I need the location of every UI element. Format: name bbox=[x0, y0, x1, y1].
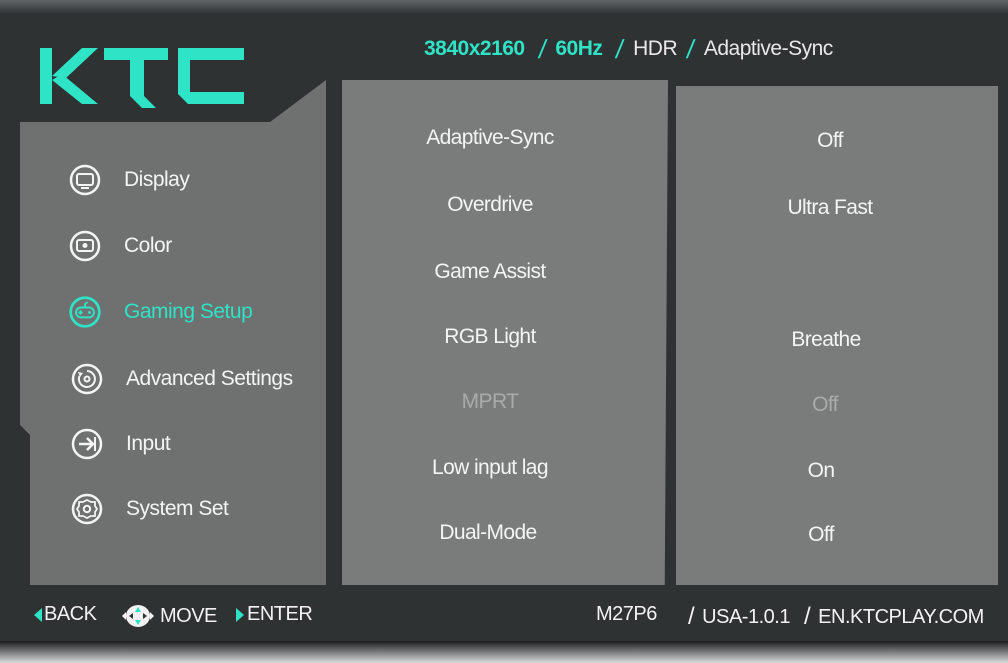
setting-game-assist[interactable]: Game Assist bbox=[340, 260, 640, 284]
back-hint[interactable]: BACK bbox=[34, 603, 97, 626]
setting-low-input-lag[interactable]: Low input lag bbox=[340, 456, 640, 480]
status-divider: / bbox=[536, 33, 548, 64]
resolution-text: 3840x2160 bbox=[424, 37, 525, 60]
nav-item-label: Color bbox=[124, 234, 172, 257]
back-label: BACK bbox=[44, 603, 97, 625]
gear-icon bbox=[70, 492, 104, 526]
move-label: MOVE bbox=[160, 604, 217, 627]
advanced-settings-icon bbox=[70, 362, 104, 396]
nav-item-label: Display bbox=[124, 168, 190, 191]
enter-label: ENTER bbox=[247, 603, 313, 625]
setting-mprt: MPRT bbox=[461, 390, 519, 413]
refresh-rate-text: 60Hz bbox=[555, 37, 603, 60]
enter-hint[interactable]: ENTER bbox=[236, 603, 313, 626]
status-divider: / bbox=[685, 33, 697, 64]
footer-divider: / bbox=[804, 603, 811, 630]
hdr-text: HDR bbox=[633, 37, 678, 60]
move-hint[interactable]: MOVE bbox=[120, 603, 217, 629]
setting-dual-mode[interactable]: Dual-Mode bbox=[338, 521, 638, 545]
setting-adaptive-sync[interactable]: Adaptive-Sync bbox=[340, 126, 640, 150]
display-icon bbox=[68, 163, 102, 197]
back-arrow-icon bbox=[34, 607, 42, 622]
nav-item-display[interactable]: Display bbox=[68, 160, 328, 200]
osd-screen: 3840x2160 / 60Hz / HDR / Adaptive-Sync D… bbox=[0, 0, 1008, 663]
input-icon bbox=[70, 427, 104, 461]
firmware-text: USA-1.0.1 bbox=[702, 605, 790, 628]
status-bar: 3840x2160 / 60Hz / HDR / Adaptive-Sync bbox=[424, 34, 833, 64]
value-mprt: Off bbox=[812, 393, 838, 416]
nav-item-gaming-setup[interactable]: Gaming Setup bbox=[68, 292, 328, 332]
value-adaptive-sync[interactable]: Off bbox=[680, 129, 980, 153]
nav-item-system-set[interactable]: System Set bbox=[70, 489, 330, 529]
value-rgb-light[interactable]: Breathe bbox=[676, 328, 976, 352]
nav-item-label: Advanced Settings bbox=[126, 367, 293, 390]
monitor-bezel bbox=[0, 641, 1008, 663]
nav-item-label: System Set bbox=[126, 497, 229, 520]
sync-text: Adaptive-Sync bbox=[703, 37, 833, 60]
model-text: M27P6 bbox=[596, 603, 657, 625]
setting-overdrive[interactable]: Overdrive bbox=[340, 193, 640, 217]
value-low-input-lag[interactable]: On bbox=[671, 459, 971, 483]
nav-item-input[interactable]: Input bbox=[70, 424, 330, 464]
enter-arrow-icon bbox=[236, 607, 244, 622]
nav-item-label: Gaming Setup bbox=[124, 300, 253, 323]
screen-glare bbox=[0, 0, 1008, 14]
nav-item-advanced-settings[interactable]: Advanced Settings bbox=[70, 359, 330, 399]
firmware-info: / USA-1.0.1 bbox=[688, 603, 790, 631]
status-divider: / bbox=[614, 33, 626, 64]
value-overdrive[interactable]: Ultra Fast bbox=[680, 196, 980, 220]
setting-rgb-light[interactable]: RGB Light bbox=[340, 325, 640, 349]
footer-divider: / bbox=[688, 603, 695, 630]
nav-item-color[interactable]: Color bbox=[68, 226, 328, 266]
website-info: / EN.KTCPLAY.COM bbox=[804, 603, 984, 631]
footer-bar: BACK MOVE ENTER M27P6 / USA-1.0.1 / EN.K… bbox=[0, 595, 1008, 641]
color-icon bbox=[68, 229, 102, 263]
model-info: M27P6 bbox=[596, 603, 657, 626]
value-dual-mode[interactable]: Off bbox=[671, 523, 971, 547]
dpad-icon bbox=[122, 605, 154, 627]
website-text: EN.KTCPLAY.COM bbox=[818, 605, 984, 628]
nav-item-label: Input bbox=[126, 432, 171, 455]
gamepad-icon bbox=[68, 295, 102, 329]
